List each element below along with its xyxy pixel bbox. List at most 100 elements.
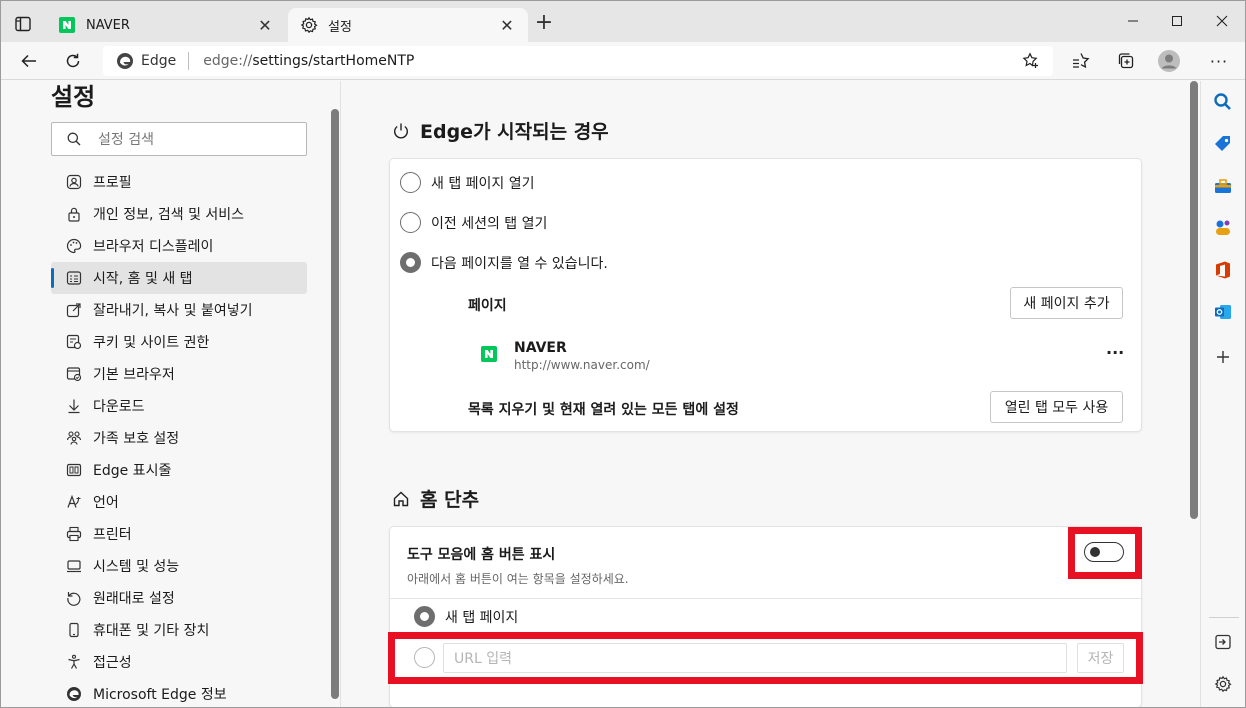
show-home-toggle[interactable] <box>1084 542 1124 562</box>
sidebar-item-label: 프린터 <box>93 527 132 543</box>
more-icon[interactable]: ··· <box>1206 48 1232 74</box>
language-icon <box>65 493 83 511</box>
shopping-tag-icon[interactable] <box>1212 133 1234 155</box>
close-icon[interactable]: ✕ <box>256 16 274 35</box>
add-icon[interactable] <box>1212 346 1234 368</box>
address-separator <box>188 52 190 70</box>
search-icon[interactable] <box>1212 91 1234 113</box>
sidebar-item-appearance[interactable]: 브라우저 디스플레이 <box>51 230 307 262</box>
outlook-icon[interactable] <box>1212 301 1234 323</box>
page-more-button[interactable]: ··· <box>1106 343 1124 362</box>
sidebar-item-profile[interactable]: 프로필 <box>51 166 307 198</box>
tab-strip: NAVER ✕ 설정 ✕ + <box>0 0 1246 42</box>
sidebar-item-start-home-newtab[interactable]: 시작, 홈 및 새 탭 <box>51 262 307 294</box>
sidebar-item-label: 원래대로 설정 <box>93 591 175 607</box>
sidebar-item-edge-bar[interactable]: Edge 표시줄 <box>51 454 307 486</box>
printer-icon <box>65 525 83 543</box>
sidebar-item-reset[interactable]: 원래대로 설정 <box>51 582 307 614</box>
maximize-icon[interactable] <box>1162 8 1192 34</box>
add-favorite-icon[interactable] <box>1021 51 1041 71</box>
sidebar-item-label: Microsoft Edge 정보 <box>93 687 227 703</box>
sidebar-item-label: 프로필 <box>93 175 132 191</box>
close-icon[interactable]: ✕ <box>498 16 516 35</box>
startup-option-previous-session[interactable]: 이전 세션의 탭 열기 <box>400 212 547 233</box>
back-icon[interactable] <box>16 48 42 74</box>
sidebar-item-label: 쿠키 및 사이트 권한 <box>93 335 210 351</box>
use-open-tabs-button[interactable]: 열린 탭 모두 사용 <box>990 391 1123 423</box>
url-input[interactable]: URL 입력 <box>443 643 1067 673</box>
address-bar[interactable]: Edge edge://settings/startHomeNTP <box>103 46 1053 76</box>
family-icon <box>65 429 83 447</box>
naver-logo-icon <box>58 16 76 34</box>
settings-content: Edge가 시작되는 경우 새 탭 페이지 열기 이전 세션의 탭 열기 다음 … <box>342 81 1187 708</box>
sidebar-item-printers[interactable]: 프린터 <box>51 518 307 550</box>
games-icon[interactable] <box>1212 217 1234 239</box>
sidebar-item-phone-devices[interactable]: 휴대폰 및 기타 장치 <box>51 614 307 646</box>
edge-logo-icon <box>65 685 83 703</box>
new-tab-button[interactable]: + <box>533 12 555 35</box>
url-input-placeholder: URL 입력 <box>454 651 512 667</box>
system-icon <box>65 557 83 575</box>
section-title-text: Edge가 시작되는 경우 <box>420 121 609 143</box>
startup-option-new-tab[interactable]: 새 탭 페이지 열기 <box>400 172 535 193</box>
tab-title: NAVER <box>86 17 130 33</box>
power-icon <box>390 120 412 142</box>
lock-icon <box>65 205 83 223</box>
gear-icon[interactable] <box>1212 673 1234 695</box>
startup-card: 새 탭 페이지 열기 이전 세션의 탭 열기 다음 페이지를 열 수 있습니다.… <box>390 159 1141 431</box>
sidebar-item-language[interactable]: 언어 <box>51 486 307 518</box>
sidebar-item-cookies-permissions[interactable]: 쿠키 및 사이트 권한 <box>51 326 307 358</box>
cookie-icon <box>65 333 83 351</box>
sidebar-item-system-performance[interactable]: 시스템 및 성능 <box>51 550 307 582</box>
sidebar-item-label: 시작, 홈 및 새 탭 <box>93 271 193 287</box>
minimize-icon[interactable] <box>1118 8 1148 34</box>
edge-sidebar <box>1200 81 1246 708</box>
tools-icon[interactable] <box>1212 175 1234 197</box>
radio-button-selected[interactable] <box>414 606 435 627</box>
site-identity[interactable]: Edge <box>115 51 176 71</box>
refresh-icon[interactable] <box>60 48 86 74</box>
home-card: 도구 모음에 홈 버튼 표시 아래에서 홈 버튼이 여는 항목을 설정하세요. … <box>390 527 1141 707</box>
radio-label: 이전 세션의 탭 열기 <box>431 215 548 232</box>
home-option-url-radio[interactable] <box>414 647 435 668</box>
sidebar-item-about[interactable]: Microsoft Edge 정보 <box>51 678 307 708</box>
hide-sidebar-icon[interactable] <box>1212 631 1234 653</box>
add-page-button[interactable]: 새 페이지 추가 <box>1010 287 1123 319</box>
page-url: http://www.naver.com/ <box>514 358 650 372</box>
sidebar-item-downloads[interactable]: 다운로드 <box>51 390 307 422</box>
favorites-icon[interactable] <box>1068 48 1094 74</box>
window-close-icon[interactable] <box>1207 8 1237 34</box>
office-icon[interactable] <box>1212 259 1234 281</box>
content-scrollbar[interactable] <box>1188 81 1200 708</box>
naver-logo-icon <box>481 346 497 362</box>
sidebar-item-share-copy-paste[interactable]: 잘라내기, 복사 및 붙여넣기 <box>51 294 307 326</box>
sidebar-scrollbar[interactable] <box>331 109 339 699</box>
page-title: 설정 <box>51 83 96 111</box>
tab-settings[interactable]: 설정 ✕ <box>288 8 528 42</box>
scrollbar-thumb[interactable] <box>1190 81 1198 519</box>
save-button[interactable]: 저장 <box>1077 643 1124 673</box>
search-icon <box>66 131 82 147</box>
sidebar-item-privacy[interactable]: 개인 정보, 검색 및 서비스 <box>51 198 307 230</box>
sidebar-item-family[interactable]: 가족 보호 설정 <box>51 422 307 454</box>
avatar[interactable] <box>1156 48 1182 74</box>
radio-button[interactable] <box>400 172 421 193</box>
divider <box>390 598 1141 599</box>
collections-icon[interactable] <box>1113 48 1139 74</box>
pages-label: 페이지 <box>468 298 507 314</box>
tab-naver[interactable]: NAVER ✕ <box>46 8 286 42</box>
search-input[interactable]: 설정 검색 <box>51 122 307 156</box>
sidebar-item-label: 기본 브라우저 <box>93 367 175 383</box>
page-name: NAVER <box>514 340 567 356</box>
sidebar-item-label: 시스템 및 성능 <box>93 559 180 575</box>
gear-icon <box>300 16 318 34</box>
home-option-new-tab[interactable]: 새 탭 페이지 <box>414 606 518 627</box>
sidebar-item-accessibility[interactable]: 접근성 <box>51 646 307 678</box>
radio-button-selected[interactable] <box>400 252 421 273</box>
sidebar-item-default-browser[interactable]: 기본 브라우저 <box>51 358 307 390</box>
radio-button[interactable] <box>400 212 421 233</box>
tab-actions-icon[interactable] <box>12 13 34 35</box>
reset-icon <box>65 589 83 607</box>
url-host: edge:// <box>203 53 253 69</box>
startup-option-specific-pages[interactable]: 다음 페이지를 열 수 있습니다. <box>400 252 608 273</box>
